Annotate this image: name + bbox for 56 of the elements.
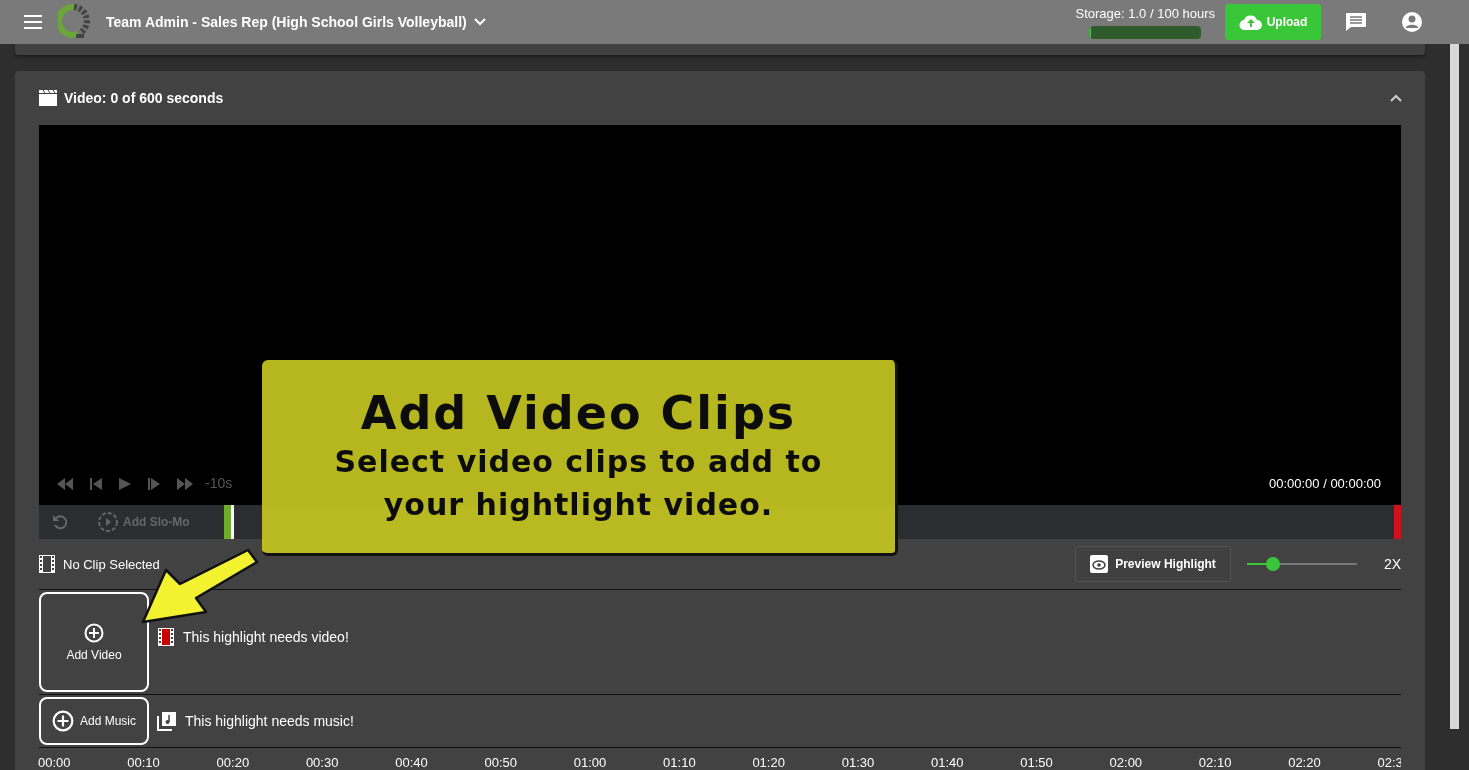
- play-icon: [117, 477, 133, 491]
- speed-label: 2X: [1383, 556, 1401, 572]
- storage-label: Storage: 1.0 / 100 hours: [1075, 5, 1215, 21]
- timeline-label: 01:30: [841, 755, 876, 770]
- timeline-label: 01:40: [930, 755, 965, 770]
- trim-start-handle[interactable]: [223, 505, 234, 539]
- timeline-label: 00:40: [395, 755, 429, 770]
- upload-button[interactable]: Upload: [1225, 4, 1321, 40]
- chevron-down-icon[interactable]: [472, 17, 487, 27]
- time-display: 00:00:00 / 00:00:00: [1268, 476, 1381, 491]
- timeline-label: 01:10: [663, 755, 697, 770]
- timeline-label: 02:10: [1198, 755, 1233, 770]
- film-icon: [39, 555, 55, 573]
- music-library-icon: [157, 711, 177, 731]
- tooltip-text: Select video clips to add to your hightlight video.: [333, 443, 824, 524]
- timeline-label: 01:20: [752, 755, 786, 770]
- plus-circle-icon: [52, 710, 74, 732]
- account-icon[interactable]: [1401, 11, 1423, 33]
- slo-mo-button[interactable]: Add Slo-Mo: [97, 511, 190, 533]
- play-button[interactable]: [117, 477, 133, 491]
- chevron-up-icon[interactable]: [1389, 93, 1403, 103]
- trim-end-handle[interactable]: [1394, 505, 1401, 539]
- step-back-button[interactable]: [89, 477, 103, 491]
- card-title: Video: 0 of 600 seconds: [64, 90, 224, 106]
- clapperboard-icon: [39, 90, 57, 106]
- slider-thumb[interactable]: [1266, 557, 1281, 571]
- film-icon: [157, 628, 175, 646]
- timeline-label: 01:50: [1020, 755, 1054, 770]
- track-message: This highlight needs video!: [183, 629, 349, 645]
- plus-circle-icon: [84, 622, 104, 643]
- timeline-label: 00:50: [484, 755, 519, 770]
- timeline-label: 00:30: [305, 755, 340, 770]
- eye-icon: [1090, 555, 1109, 573]
- clip-status: No Clip Selected: [63, 556, 160, 572]
- timeline-label: 00:10: [127, 755, 161, 770]
- step-forward-button[interactable]: [147, 477, 161, 491]
- scrollbar[interactable]: [1450, 44, 1459, 729]
- timeline-label: 02:20: [1288, 755, 1322, 770]
- rewind-button[interactable]: [55, 477, 75, 491]
- team-title[interactable]: Team Admin - Sales Rep (High School Girls Volleyball): [106, 14, 467, 30]
- cloud-upload-icon: [1238, 14, 1263, 30]
- slow-motion-icon: [97, 511, 119, 533]
- tooltip-title: Add Video Clips: [360, 386, 797, 440]
- timeline-label: 02:00: [1109, 755, 1144, 770]
- add-music-button[interactable]: Add Music: [39, 697, 149, 745]
- chat-icon[interactable]: [1345, 12, 1367, 32]
- skip-button[interactable]: -10s: [205, 475, 233, 491]
- preview-button[interactable]: Preview Highlight: [1075, 546, 1231, 582]
- timeline-label: 01:00: [573, 755, 608, 770]
- logo-icon: [58, 4, 90, 40]
- track-message: This highlight needs music!: [185, 713, 354, 729]
- timeline-label: 00:00: [38, 755, 72, 770]
- menu-icon[interactable]: [24, 15, 42, 29]
- timeline-label: 00:20: [216, 755, 251, 770]
- fast-forward-button[interactable]: [175, 477, 195, 491]
- undo-icon[interactable]: [51, 513, 69, 531]
